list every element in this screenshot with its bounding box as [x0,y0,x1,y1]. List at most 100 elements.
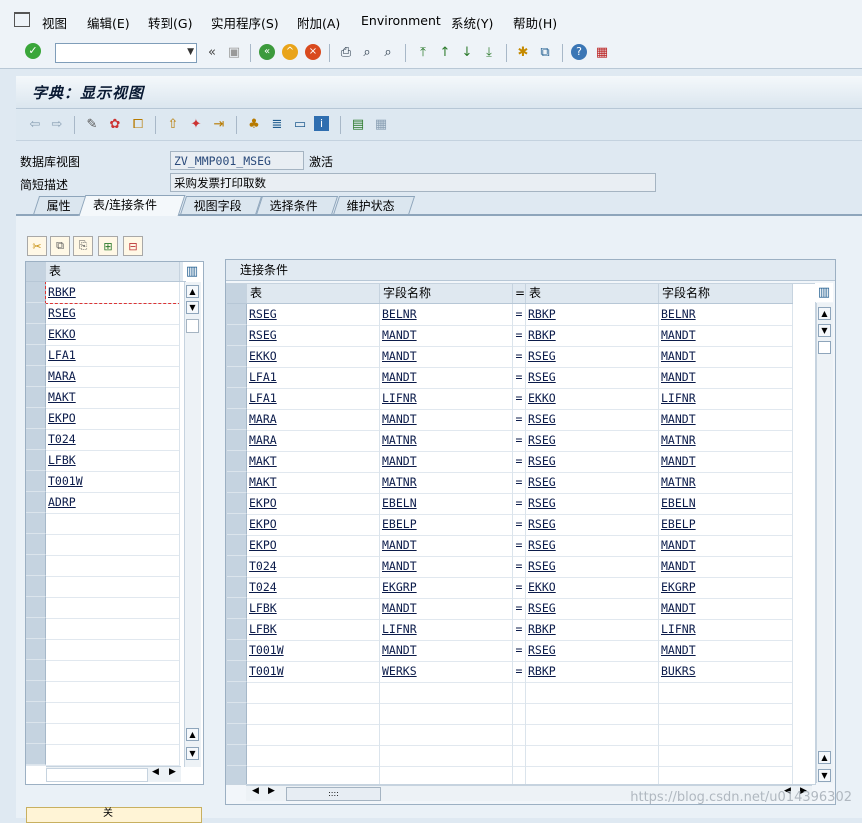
join-scroll-down-bottom-icon[interactable]: ▼ [818,769,831,782]
join-field1-cell[interactable]: MANDT [380,535,513,556]
join-table1-cell[interactable]: T001W [247,661,380,682]
join-row[interactable]: T001W WERKS = RBKP BUKRS [227,661,793,683]
join-table2-cell[interactable]: RBKP [526,661,659,682]
row-selector[interactable] [227,409,247,430]
row-selector[interactable] [26,576,46,597]
join-field2-cell[interactable]: EKGRP [659,577,793,598]
join-row[interactable] [227,682,793,704]
join-field1-cell[interactable] [380,724,513,745]
check-icon[interactable]: ⇧ [164,116,182,134]
dropdown-arrow-icon[interactable]: ▼ [187,47,194,57]
table-row[interactable]: RBKP [26,282,180,304]
row-selector[interactable] [26,534,46,555]
row-selector[interactable] [26,723,46,744]
delete-row-icon[interactable]: ⊟ [123,236,143,256]
join-table1-cell[interactable]: T001W [247,640,380,661]
join-table2-cell[interactable] [526,703,659,724]
join-table2-cell[interactable] [526,724,659,745]
join-table2-cell[interactable]: RSEG [526,346,659,367]
first-page-icon[interactable]: ⤒ [414,44,432,62]
join-field1-cell[interactable]: EBELN [380,493,513,514]
table-row[interactable] [26,555,180,577]
info-icon[interactable]: i [314,116,329,131]
join-scroll-down-icon[interactable]: ▼ [818,324,831,337]
table-row[interactable]: MAKT [26,387,180,409]
join-field1-cell[interactable]: MANDT [380,556,513,577]
row-selector[interactable] [26,660,46,681]
row-selector[interactable] [227,556,247,577]
scroll-down-bottom-icon[interactable]: ▼ [186,747,199,760]
enter-check-icon[interactable]: ✓ [25,43,41,59]
table-settings-icon[interactable]: ▥ [183,262,201,281]
join-table2-cell[interactable]: RSEG [526,409,659,430]
table-row[interactable] [26,660,180,682]
join-scroll-up-icon[interactable]: ▲ [818,307,831,320]
menu-help[interactable]: 帮助(H) [513,13,557,32]
find-icon[interactable]: ⌕ [358,44,376,62]
join-scroll-thumb[interactable] [818,341,831,354]
join-field1-cell[interactable]: LIFNR [380,619,513,640]
row-selector[interactable] [227,367,247,388]
table-name-cell[interactable] [46,639,180,660]
menu-extras[interactable]: 附加(A) [297,13,340,32]
left-vertical-scrollbar[interactable]: ▲ ▼ ▲ ▼ [184,282,201,767]
row-selector[interactable] [26,681,46,702]
table-row[interactable] [26,702,180,724]
table-row[interactable]: EKPO [26,408,180,430]
join-field1-cell[interactable]: MANDT [380,640,513,661]
row-selector[interactable] [26,555,46,576]
join-field2-cell[interactable]: MATNR [659,472,793,493]
row-selector[interactable] [227,346,247,367]
join-row[interactable]: T024 EKGRP = EKKO EKGRP [227,577,793,599]
join-field2-cell[interactable]: LIFNR [659,619,793,640]
table-name-cell[interactable]: MARA [46,366,180,387]
join-row[interactable]: LFBK LIFNR = RBKP LIFNR [227,619,793,641]
table-name-cell[interactable]: ADRP [46,492,180,513]
join-field2-cell[interactable]: LIFNR [659,388,793,409]
tab-tables-join[interactable]: 表/连接条件 [78,195,186,216]
magic-wand-icon[interactable]: ✦ [187,116,205,134]
row-selector[interactable] [26,387,46,408]
table-row[interactable]: LFBK [26,450,180,472]
join-field2-cell[interactable]: MANDT [659,325,793,346]
find-next-icon[interactable]: ⌕ [379,44,397,62]
join-table1-cell[interactable] [247,703,380,724]
join-field1-cell[interactable]: MANDT [380,451,513,472]
join-scroll-right-icon[interactable]: ▶ [268,786,275,796]
command-field[interactable]: ▼ [55,43,197,63]
db-view-field[interactable]: ZV_MMP001_MSEG [170,151,304,170]
table-name-cell[interactable]: RSEG [46,303,180,324]
table-name-cell[interactable] [46,597,180,618]
row-selector[interactable] [26,471,46,492]
join-field1-cell[interactable]: MATNR [380,430,513,451]
join-field1-cell[interactable]: MANDT [380,409,513,430]
table-name-cell[interactable]: EKKO [46,324,180,345]
table-name-cell[interactable] [46,723,180,744]
other-object-icon[interactable]: ⧠ [129,116,147,134]
table-row[interactable] [26,576,180,598]
join-table1-cell[interactable]: LFBK [247,598,380,619]
join-table1-cell[interactable]: EKPO [247,493,380,514]
row-selector[interactable] [26,303,46,324]
close-button[interactable]: 关 [26,807,202,823]
row-selector[interactable] [227,661,247,682]
join-table1-cell[interactable] [247,724,380,745]
left-horizontal-scrollbar[interactable]: ◀ ▶ [46,766,181,782]
table-name-cell[interactable] [46,534,180,555]
join-field1-cell[interactable]: MANDT [380,367,513,388]
join-field2-cell[interactable]: MATNR [659,430,793,451]
table-row[interactable] [26,618,180,640]
row-selector[interactable] [227,640,247,661]
join-table2-cell[interactable]: RBKP [526,325,659,346]
join-table2-cell[interactable]: EKKO [526,388,659,409]
join-table1-cell[interactable] [247,682,380,703]
table-row[interactable]: EKKO [26,324,180,346]
join-row[interactable]: LFA1 MANDT = RSEG MANDT [227,367,793,389]
scroll-thumb[interactable] [186,319,199,333]
menu-edit[interactable]: 编辑(E) [87,13,130,32]
table-row[interactable]: T024 [26,429,180,451]
row-selector[interactable] [227,472,247,493]
join-field2-cell[interactable]: BUKRS [659,661,793,682]
row-selector[interactable] [26,597,46,618]
row-selector[interactable] [26,408,46,429]
